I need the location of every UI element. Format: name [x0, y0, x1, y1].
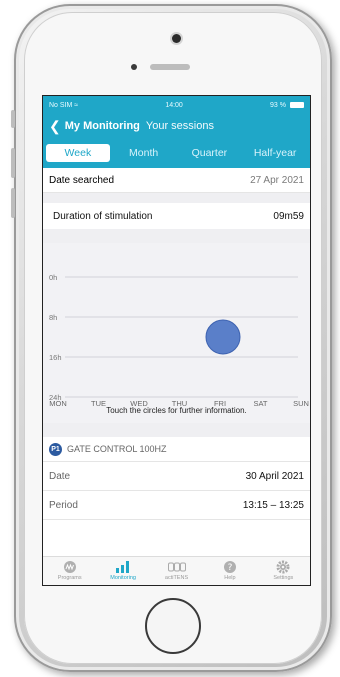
tabbar-actitens-label: actiTENS — [164, 575, 189, 581]
bar-chart-icon — [115, 559, 131, 575]
tabbar-settings[interactable]: Settings — [257, 557, 310, 585]
proximity-sensor — [131, 64, 137, 70]
front-camera — [172, 34, 181, 43]
home-button[interactable] — [145, 598, 201, 654]
duration-row: Duration of stimulation 09m59 — [43, 203, 310, 229]
tabbar-programs-label: Programs — [57, 575, 82, 581]
session-period-value: 13:15 – 13:25 — [242, 499, 304, 511]
date-searched-value: 27 Apr 2021 — [250, 174, 304, 186]
tabbar-programs[interactable]: Programs — [43, 557, 96, 585]
tab-quarter[interactable]: Quarter — [178, 144, 242, 162]
programs-icon — [63, 559, 77, 575]
status-bar: No SIM ≈ 14:00 93 % — [43, 96, 310, 114]
chart-hint: Touch the circles for further informatio… — [106, 406, 247, 415]
back-button[interactable]: My Monitoring — [65, 120, 140, 132]
session-date-value: 30 April 2021 — [245, 470, 304, 482]
session-period-label: Period — [49, 499, 78, 511]
duration-label: Duration of stimulation — [53, 210, 153, 222]
date-searched-row[interactable]: Date searched 27 Apr 2021 — [43, 168, 310, 193]
volume-down-button — [11, 188, 15, 218]
chevron-left-icon[interactable]: ❮ — [49, 119, 61, 133]
tab-week[interactable]: Week — [46, 144, 110, 162]
battery-icon — [289, 102, 304, 108]
tabbar-actitens[interactable]: actiTENS — [150, 557, 203, 585]
program-header: P1 GATE CONTROL 100HZ — [43, 437, 310, 462]
tabbar-monitoring-label: Monitoring — [110, 575, 136, 581]
tab-month[interactable]: Month — [112, 144, 176, 162]
y-tick-label: 8h — [49, 313, 57, 322]
volume-up-button — [11, 148, 15, 178]
gear-icon — [276, 559, 290, 575]
section-gap — [43, 423, 310, 437]
nav-subtitle: Your sessions — [145, 120, 214, 132]
nav-bar: ❮ My Monitoring Your sessions — [43, 114, 310, 138]
earpiece-speaker — [150, 64, 190, 70]
chart-svg: 0h8h16h24hMON TUE WED THU FRI SAT SUN — [49, 273, 309, 408]
session-date-label: Date — [49, 470, 71, 482]
y-tick-label: 0h — [49, 273, 57, 282]
weekly-chart: 0h 8h 16h 24h MON TUE WED THU FRI SAT SUN Touch th… — [43, 243, 310, 423]
carrier-label: No SIM ≈ — [49, 101, 79, 109]
mute-switch — [11, 110, 15, 128]
session-date-row: Date 30 April 2021 — [43, 462, 310, 491]
battery-percent: 93 % — [270, 101, 286, 109]
period-tabs: Week Month Quarter Half-year — [43, 138, 310, 168]
y-tick-label: 16h — [49, 353, 62, 362]
date-searched-label: Date searched — [49, 174, 115, 186]
tabbar-monitoring[interactable]: Monitoring — [96, 557, 149, 585]
section-gap — [43, 229, 310, 243]
help-icon: ? — [223, 559, 237, 575]
tabbar-settings-label: Settings — [273, 575, 294, 581]
program-badge: P1 — [49, 442, 62, 456]
device-icon — [167, 559, 186, 575]
section-gap — [43, 193, 310, 203]
session-period-row: Period 13:15 – 13:25 — [43, 491, 310, 520]
wifi-icon: ≈ — [74, 101, 79, 109]
svg-text:?: ? — [228, 563, 233, 573]
tabbar-help[interactable]: ? Help — [203, 557, 256, 585]
duration-value: 09m59 — [273, 210, 304, 222]
tabbar-help-label: Help — [224, 575, 236, 581]
app-screen: No SIM ≈ 14:00 93 % ❮ My Monitoring Your… — [42, 95, 311, 586]
tab-half-year[interactable]: Half-year — [243, 144, 307, 162]
bottom-tab-bar: Programs Monitoring actiTENS ? Help Sett… — [43, 556, 310, 585]
session-point[interactable] — [205, 319, 241, 355]
program-name: GATE CONTROL 100HZ — [67, 444, 167, 454]
status-time: 14:00 — [165, 101, 183, 109]
